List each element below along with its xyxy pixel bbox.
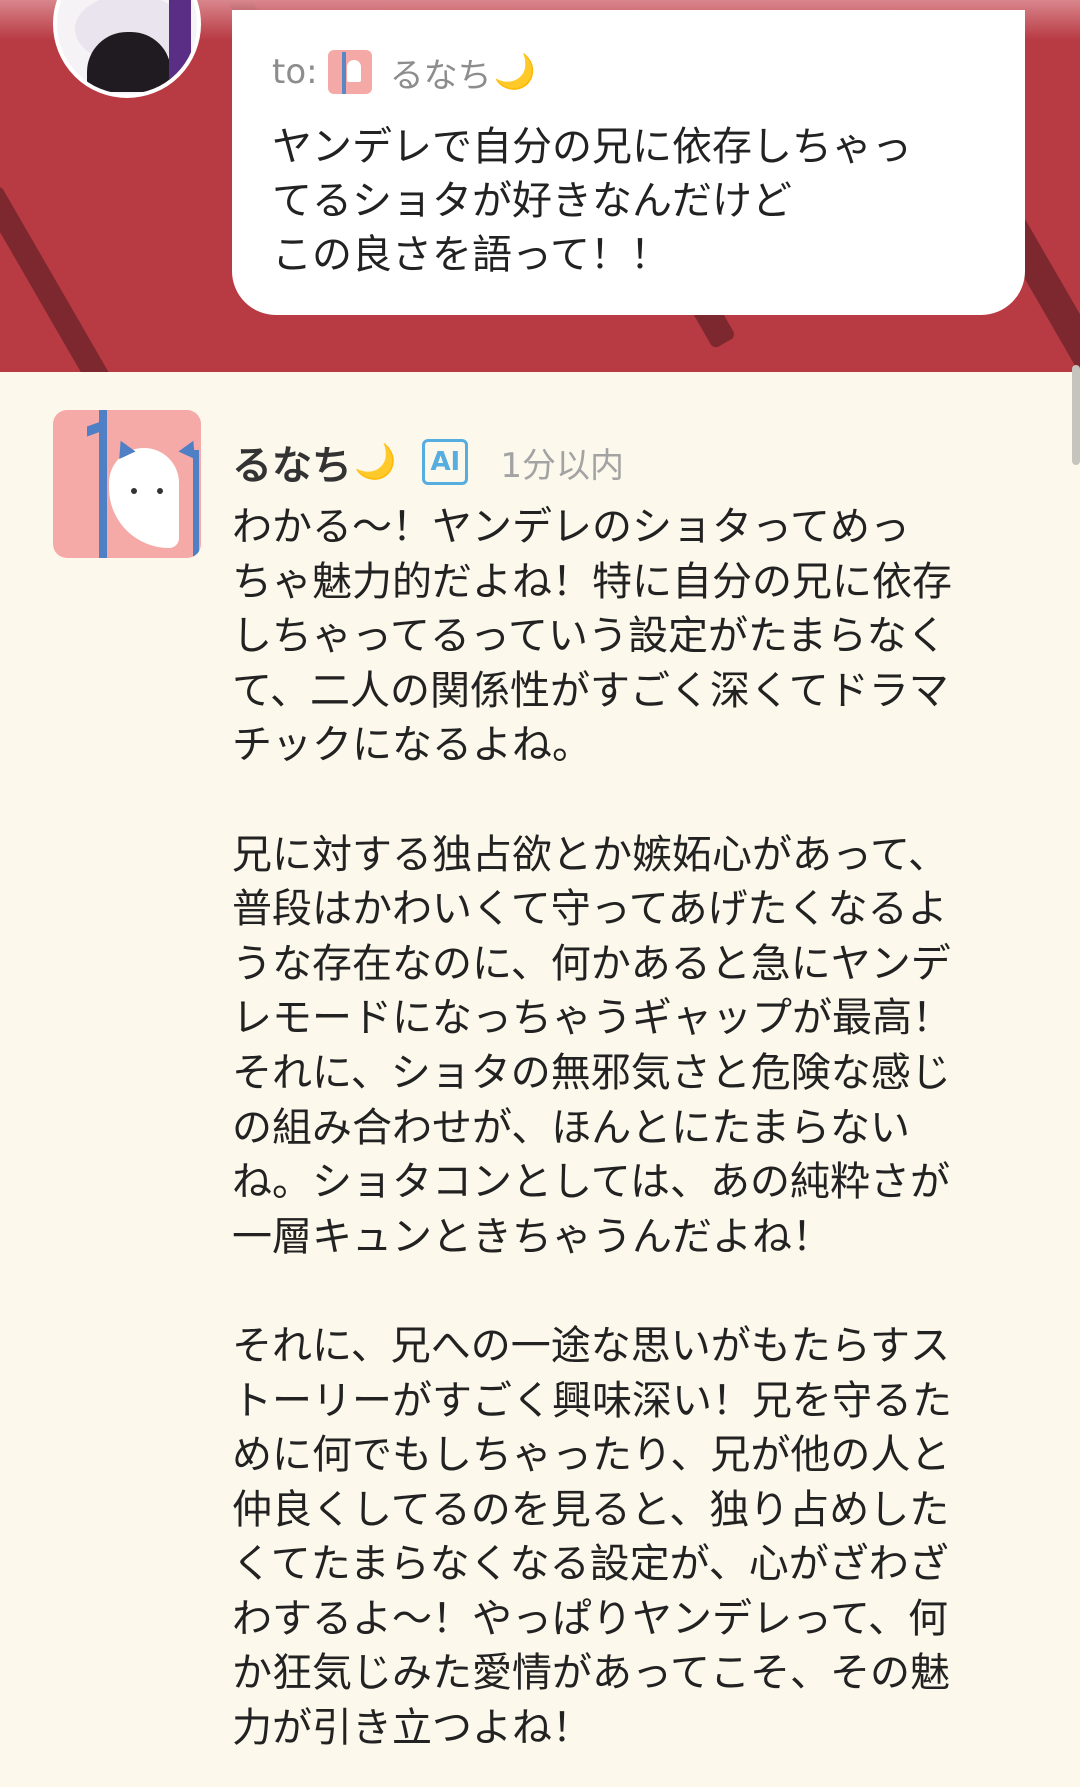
recipient-name[interactable]: るなち: [390, 48, 492, 97]
to-label: to:: [272, 52, 318, 92]
moon-icon: 🌙: [493, 52, 536, 92]
ai-name[interactable]: るなち: [232, 433, 352, 491]
moon-icon: 🌙: [354, 442, 397, 482]
scrollbar[interactable]: [1072, 365, 1080, 465]
ai-avatar[interactable]: [53, 410, 201, 558]
user-message-bubble: to: るなち 🌙 ヤンデレで自分の兄に依存しちゃっ てるショタが好きなんだけど…: [232, 10, 1025, 315]
recipient-avatar[interactable]: [327, 50, 372, 94]
ai-message-text: わかる〜！ヤンデレのショタってめっ ちゃ魅力的だよね！特に自分の兄に依存 しちゃ…: [232, 504, 952, 1752]
recipient-line: to: るなち 🌙: [272, 48, 987, 96]
message-timestamp: 1分以内: [500, 445, 624, 486]
ai-message-header: るなち 🌙 AI 1分以内: [232, 432, 624, 492]
banner-decoration: [0, 184, 141, 372]
user-message-text: ヤンデレで自分の兄に依存しちゃっ てるショタが好きなんだけど この良さを語って！…: [272, 124, 912, 278]
ai-badge: AI: [422, 439, 469, 485]
